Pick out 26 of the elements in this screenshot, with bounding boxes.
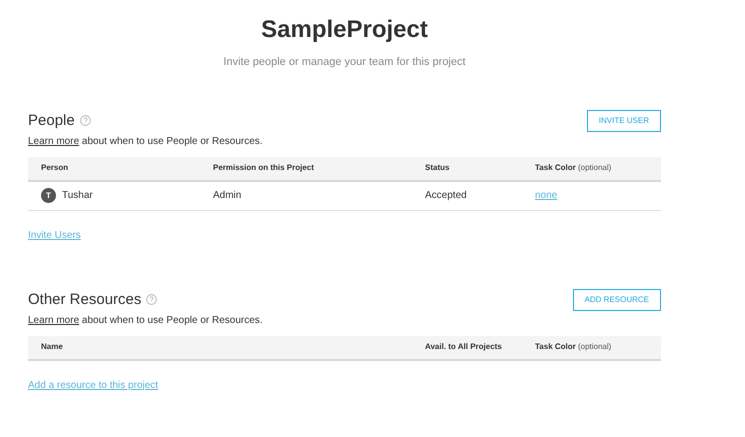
- column-header: Status: [424, 162, 450, 174]
- column-header: Avail. to All Projects: [424, 341, 503, 353]
- person-name: Tushar: [62, 189, 93, 203]
- page-title: SampleProject: [261, 15, 428, 45]
- column-header: Name: [40, 341, 64, 353]
- task-color-link[interactable]: none: [535, 190, 558, 201]
- section-heading: People: [28, 110, 75, 130]
- learn-more-text: about when to use People or Resources.: [80, 314, 263, 326]
- learn-more-link[interactable]: Learn more: [28, 314, 80, 326]
- learn-more-link[interactable]: Learn more: [28, 136, 80, 146]
- column-header: Permission on this Project: [212, 162, 315, 174]
- table-cell: Admin: [213, 190, 242, 201]
- page-subtitle: Invite people or manage your team for this project: [223, 55, 466, 70]
- section-button[interactable]: ADD RESOURCE: [572, 288, 661, 310]
- column-header: Person: [40, 162, 70, 174]
- help-icon[interactable]: [146, 294, 158, 305]
- section-heading: Other Resources: [28, 290, 142, 310]
- column-header: Task Color (optional): [534, 162, 612, 174]
- learn-more-text: about when to use People or Resources.: [80, 136, 263, 146]
- footer-link[interactable]: Invite Users: [28, 230, 81, 240]
- column-header: Task Color (optional): [534, 341, 612, 353]
- user-avatar: T: [41, 188, 56, 203]
- table-cell: Accepted: [425, 190, 467, 201]
- section-button[interactable]: INVITE USER: [586, 110, 661, 132]
- help-icon[interactable]: [80, 115, 91, 126]
- footer-link[interactable]: Add a resource to this project: [28, 380, 158, 390]
